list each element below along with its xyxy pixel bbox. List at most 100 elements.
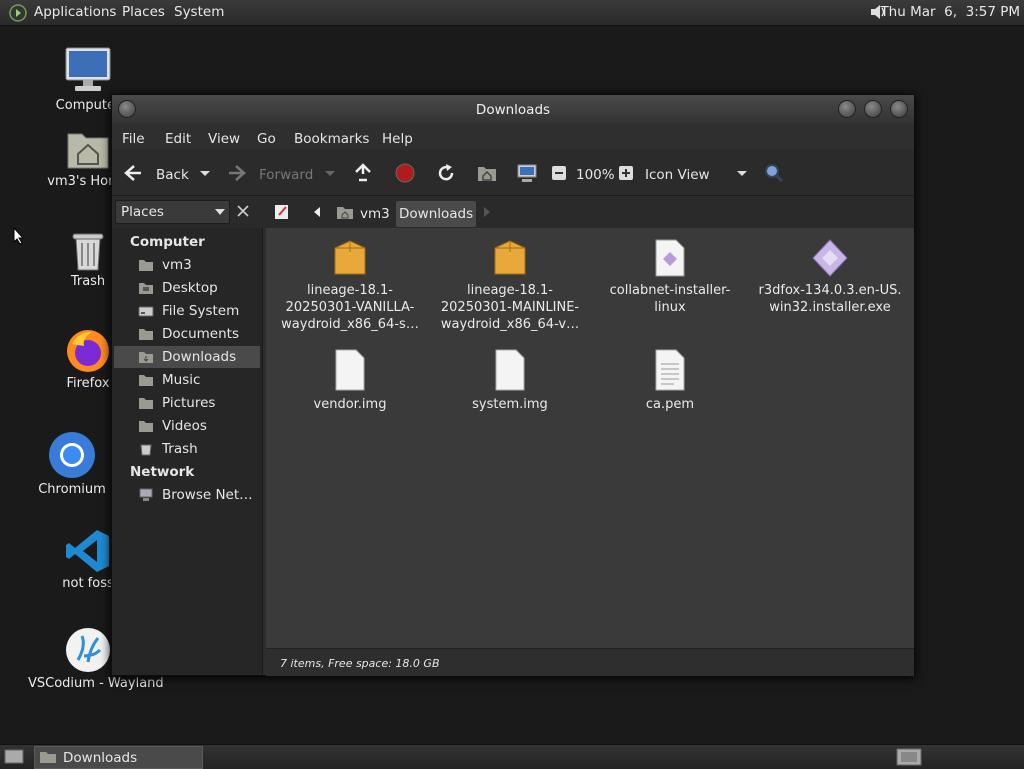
file-item[interactable]: collabnet-installer- linux <box>594 238 746 316</box>
zoom-out-icon[interactable] <box>549 162 571 184</box>
workspace-switcher-icon[interactable] <box>896 748 922 766</box>
window-title: Downloads <box>475 102 551 118</box>
sidebar-item-videos[interactable]: Videos <box>136 415 260 437</box>
sidebar-places-select[interactable]: Places <box>115 200 230 224</box>
forward-history-dropdown-icon[interactable] <box>319 162 341 184</box>
back-history-dropdown-icon[interactable] <box>194 162 216 184</box>
file-item[interactable]: lineage-18.1- 20250301-MAINLINE- waydroi… <box>434 238 586 333</box>
menu-view[interactable]: View <box>208 131 240 147</box>
maximize-button[interactable] <box>864 100 882 118</box>
stop-icon[interactable] <box>394 162 416 184</box>
sidebar-item-documents[interactable]: Documents <box>136 323 260 345</box>
taskbar-item-label: Downloads <box>63 750 138 766</box>
sidebar-item-label: File System <box>162 303 240 319</box>
up-arrow-icon[interactable] <box>352 162 374 184</box>
path-crumb-vm3[interactable]: vm3 <box>360 206 390 222</box>
show-desktop-icon[interactable] <box>4 748 24 765</box>
menu-places[interactable]: Places <box>122 4 165 20</box>
menu-go[interactable]: Go <box>257 131 276 147</box>
firefox-icon <box>67 330 109 372</box>
file-item[interactable]: ca.pem <box>594 348 746 413</box>
blank-file-icon <box>335 349 365 391</box>
sidebar-item-trash[interactable]: Trash <box>136 438 260 460</box>
sidebar-item-downloads[interactable]: Downloads <box>114 346 260 368</box>
file-item[interactable]: vendor.img <box>274 348 426 413</box>
close-button[interactable] <box>890 100 908 118</box>
file-name-line: 20250301-VANILLA- <box>285 300 415 315</box>
menu-bookmarks[interactable]: Bookmarks <box>294 131 369 147</box>
sidebar-item-label: vm3 <box>162 257 192 273</box>
executable-icon <box>812 239 848 277</box>
back-arrow-icon[interactable] <box>122 162 144 184</box>
file-name-line: linux <box>654 300 686 315</box>
home-folder-icon <box>139 260 153 271</box>
menu-help[interactable]: Help <box>382 131 413 147</box>
minimize-button[interactable] <box>838 100 856 118</box>
status-text: 7 items, Free space: 18.0 GB <box>280 657 440 670</box>
taskbar-item-downloads[interactable]: Downloads <box>34 746 203 769</box>
file-name-line: ca.pem <box>645 397 695 412</box>
home-folder-icon <box>67 133 109 169</box>
zoom-in-icon[interactable] <box>616 162 638 184</box>
documents-folder-icon <box>139 329 153 340</box>
sidebar-heading-network: Network <box>130 464 195 480</box>
file-name-line: r3dfox-134.0.3.en-US. <box>758 283 902 298</box>
desktop-icon-label: VSCodium - Wayland <box>28 676 164 691</box>
menu-applications[interactable]: Applications <box>34 4 116 20</box>
trash-icon <box>140 444 152 456</box>
sidebar-item-music[interactable]: Music <box>136 369 260 391</box>
menu-file[interactable]: File <box>122 131 145 147</box>
close-sidebar-icon[interactable] <box>236 204 250 218</box>
file-name-line: vendor.img <box>313 397 387 412</box>
window-titlebar[interactable]: Downloads <box>112 95 914 123</box>
forward-button[interactable]: Forward <box>259 167 313 183</box>
drive-icon <box>138 306 154 317</box>
sidebar-places-label: Places <box>121 204 164 220</box>
file-name-line: win32.installer.exe <box>769 300 891 315</box>
sidebar: Computer vm3 Desktop File System Documen… <box>112 228 263 675</box>
archive-icon <box>494 240 526 275</box>
computer-icon[interactable] <box>516 162 538 184</box>
sidebar-item-vm3[interactable]: vm3 <box>136 254 260 276</box>
sidebar-item-file-system[interactable]: File System <box>136 300 260 322</box>
path-crumb-downloads[interactable]: Downloads <box>396 201 477 227</box>
file-name-line: system.img <box>472 397 548 412</box>
vscode-icon <box>66 530 109 572</box>
desktop-folder-icon <box>139 283 153 294</box>
clock[interactable]: Thu Mar 6, 3:57 PM <box>880 4 1020 20</box>
file-view[interactable]: lineage-18.1- 20250301-VANILLA- waydroid… <box>266 228 914 648</box>
pictures-folder-icon <box>139 398 153 409</box>
menu-edit[interactable]: Edit <box>165 131 191 147</box>
file-item[interactable]: lineage-18.1- 20250301-VANILLA- waydroid… <box>274 238 426 333</box>
file-name-line: 20250301-MAINLINE- <box>440 300 580 315</box>
menu-system[interactable]: System <box>174 4 224 20</box>
file-name-line: collabnet-installer- <box>609 283 731 298</box>
file-name-line: waydroid_x86_64-v… <box>440 317 580 332</box>
blank-file-icon <box>495 349 525 391</box>
zoom-level: 100% <box>576 167 615 183</box>
file-item[interactable]: r3dfox-134.0.3.en-US. win32.installer.ex… <box>754 238 906 316</box>
sidebar-item-label: Pictures <box>162 395 216 411</box>
path-right-arrow-icon[interactable] <box>482 206 492 218</box>
applications-logo-icon[interactable] <box>8 3 28 23</box>
sidebar-item-label: Trash <box>162 441 198 457</box>
file-item[interactable]: system.img <box>434 348 586 413</box>
sidebar-item-desktop[interactable]: Desktop <box>136 277 260 299</box>
forward-arrow-icon[interactable] <box>226 162 248 184</box>
edit-location-icon[interactable] <box>273 203 291 221</box>
search-icon[interactable] <box>763 162 785 184</box>
sidebar-item-browse-network[interactable]: Browse Net… <box>136 484 260 506</box>
view-mode-dropdown-icon[interactable] <box>731 162 753 184</box>
toolbar: Back Forward 100% Icon View <box>112 151 914 196</box>
downloads-folder-icon <box>139 352 153 363</box>
sidebar-item-pictures[interactable]: Pictures <box>136 392 260 414</box>
back-button[interactable]: Back <box>156 167 189 183</box>
file-name-line: lineage-18.1- <box>306 283 393 298</box>
sidebar-heading-computer: Computer <box>130 234 205 250</box>
reload-icon[interactable] <box>435 162 457 184</box>
view-mode-select[interactable]: Icon View <box>645 167 710 183</box>
videos-folder-icon <box>139 421 153 432</box>
path-left-arrow-icon[interactable] <box>310 204 324 220</box>
script-file-icon <box>655 239 685 277</box>
home-icon[interactable] <box>476 162 498 184</box>
